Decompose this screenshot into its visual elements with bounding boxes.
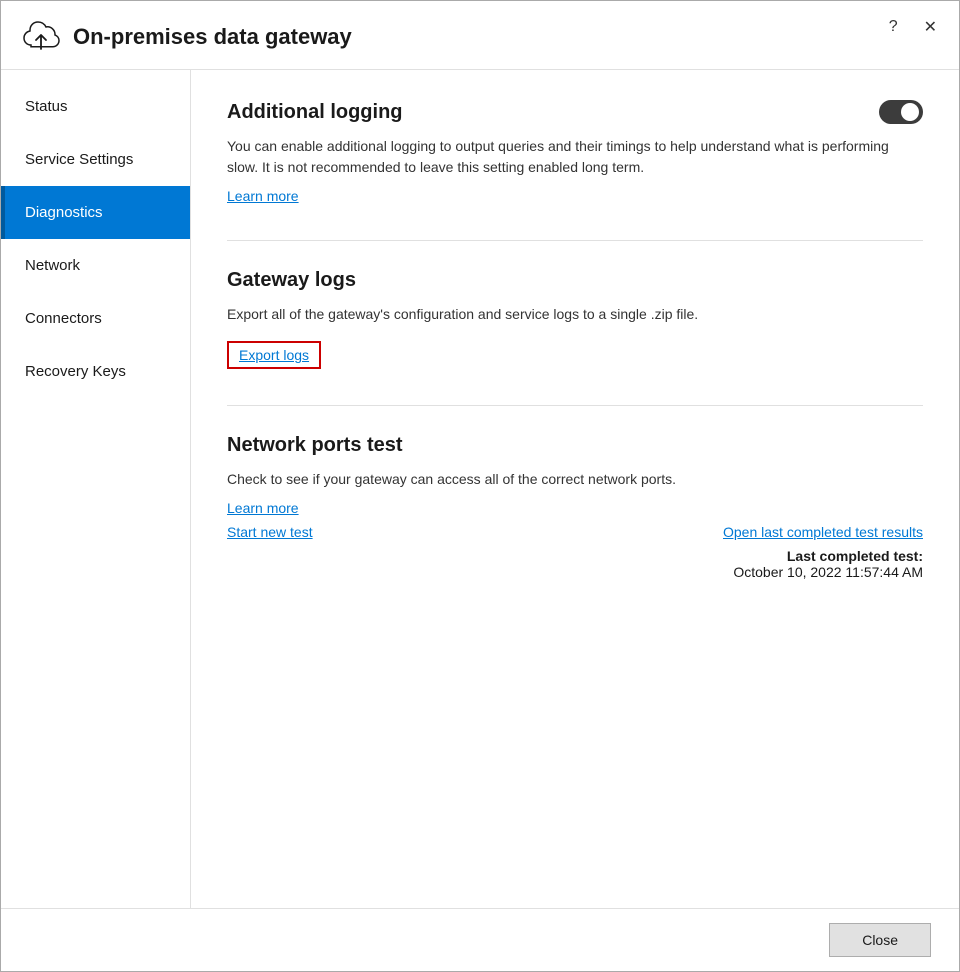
content-area: Additional logging You can enable additi… [191,70,959,908]
gateway-logs-desc: Export all of the gateway's configuratio… [227,304,923,325]
help-button[interactable]: ? [883,16,904,38]
network-ports-title: Network ports test [227,434,403,456]
title-bar: On-premises data gateway ? ✕ [1,1,959,70]
main-content: Status Service Settings Diagnostics Netw… [1,70,959,908]
last-completed-value: October 10, 2022 11:57:44 AM [733,564,923,580]
divider-1 [227,240,923,241]
open-last-results-link[interactable]: Open last completed test results [723,524,923,540]
gateway-logs-title: Gateway logs [227,269,356,291]
close-button[interactable]: Close [829,923,931,957]
ports-links-row: Start new test Open last completed test … [227,524,923,540]
additional-logging-desc: You can enable additional logging to out… [227,136,923,178]
sidebar-item-status[interactable]: Status [1,80,190,133]
additional-logging-title: Additional logging [227,101,403,124]
last-completed-info: Last completed test: October 10, 2022 11… [227,548,923,580]
sidebar-item-network[interactable]: Network [1,239,190,292]
network-ports-learn-more[interactable]: Learn more [227,500,299,516]
toggle-thumb [901,103,919,121]
app-window: On-premises data gateway ? ✕ Status Serv… [0,0,960,972]
additional-logging-learn-more[interactable]: Learn more [227,188,299,204]
additional-logging-toggle[interactable] [879,100,923,124]
footer: Close [1,908,959,971]
app-icon [21,17,61,57]
sidebar: Status Service Settings Diagnostics Netw… [1,70,191,908]
start-new-test-link[interactable]: Start new test [227,524,313,540]
additional-logging-section: Additional logging You can enable additi… [227,100,923,204]
additional-logging-header: Additional logging [227,100,923,124]
toggle-track [879,100,923,124]
sidebar-item-recovery-keys[interactable]: Recovery Keys [1,345,190,398]
sidebar-item-service-settings[interactable]: Service Settings [1,133,190,186]
app-title: On-premises data gateway [73,24,352,50]
title-bar-controls: ? ✕ [883,15,943,39]
gateway-logs-section: Gateway logs Export all of the gateway's… [227,269,923,369]
last-completed-label: Last completed test: [787,548,923,564]
network-ports-desc: Check to see if your gateway can access … [227,469,923,490]
window-close-button[interactable]: ✕ [918,15,943,39]
sidebar-item-diagnostics[interactable]: Diagnostics [1,186,190,239]
divider-2 [227,405,923,406]
sidebar-item-connectors[interactable]: Connectors [1,292,190,345]
export-logs-link[interactable]: Export logs [227,341,321,369]
network-ports-test-section: Network ports test Check to see if your … [227,434,923,580]
